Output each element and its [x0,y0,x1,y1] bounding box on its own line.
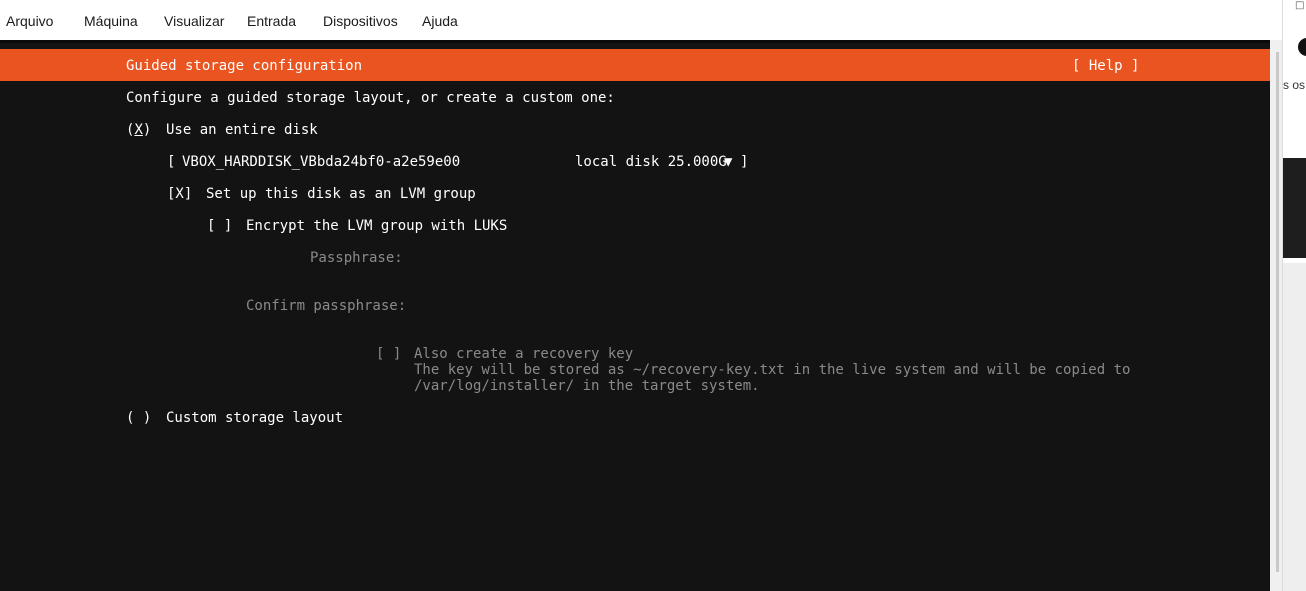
disk-selector-close[interactable]: ] [740,154,748,170]
vertical-scrollbar[interactable] [1272,40,1282,591]
header-bar: Guided storage configuration [ Help ] [0,49,1270,81]
background-light-panel [1283,263,1306,591]
page-title: Guided storage configuration [126,58,363,74]
passphrase-label: Passphrase: [310,250,403,266]
menu-visualizar[interactable]: Visualizar [164,13,224,29]
recovery-key-label: Also create a recovery key [414,346,634,362]
menu-arquivo[interactable]: Arquivo [6,13,53,29]
use-entire-disk-label[interactable]: Use an entire disk [166,122,318,138]
use-entire-disk-radio[interactable]: (X) [126,122,151,138]
radio-close: ) [142,122,152,138]
menu-ajuda[interactable]: Ajuda [422,13,458,29]
dropdown-arrow-icon[interactable]: ▼ [724,154,732,170]
vm-window: Arquivo Máquina Visualizar Entrada Dispo… [0,0,1282,591]
intro-text: Configure a guided storage layout, or cr… [126,90,615,106]
menu-dispositivos[interactable]: Dispositivos [323,13,398,29]
custom-layout-radio[interactable]: ( ) [126,410,151,426]
radio-mark: X [134,122,143,138]
scrollbar-track[interactable] [1276,52,1279,572]
menu-entrada[interactable]: Entrada [247,13,296,29]
lvm-checkbox[interactable]: [X] [167,186,192,202]
custom-layout-label[interactable]: Custom storage layout [166,410,343,426]
luks-checkbox-label[interactable]: Encrypt the LVM group with LUKS [246,218,507,234]
disk-info[interactable]: local disk 25.000G [575,154,727,170]
disk-selector-open[interactable]: [ [167,154,175,170]
installer-screen: Guided storage configuration [ Help ] Co… [0,40,1270,591]
confirm-passphrase-label: Confirm passphrase: [246,298,407,314]
help-button[interactable]: [ Help ] [1072,58,1139,74]
background-window-strip: □ s os [1282,0,1306,591]
disk-name[interactable]: VBOX_HARDDISK_VBbda24bf0-a2e59e00 [182,154,460,170]
recovery-key-checkbox: [ ] [376,346,402,362]
menu-maquina[interactable]: Máquina [84,13,138,29]
background-dark-panel [1283,158,1306,258]
recovery-key-desc-1: The key will be stored as ~/recovery-key… [414,362,1131,378]
restore-window-icon[interactable]: □ [1295,0,1304,11]
avatar [1298,38,1306,56]
luks-checkbox[interactable]: [ ] [207,218,232,234]
menubar: Arquivo Máquina Visualizar Entrada Dispo… [0,0,1282,40]
recovery-key-desc-2: /var/log/installer/ in the target system… [414,378,760,394]
background-text: s os [1283,78,1306,92]
lvm-checkbox-label[interactable]: Set up this disk as an LVM group [206,186,476,202]
